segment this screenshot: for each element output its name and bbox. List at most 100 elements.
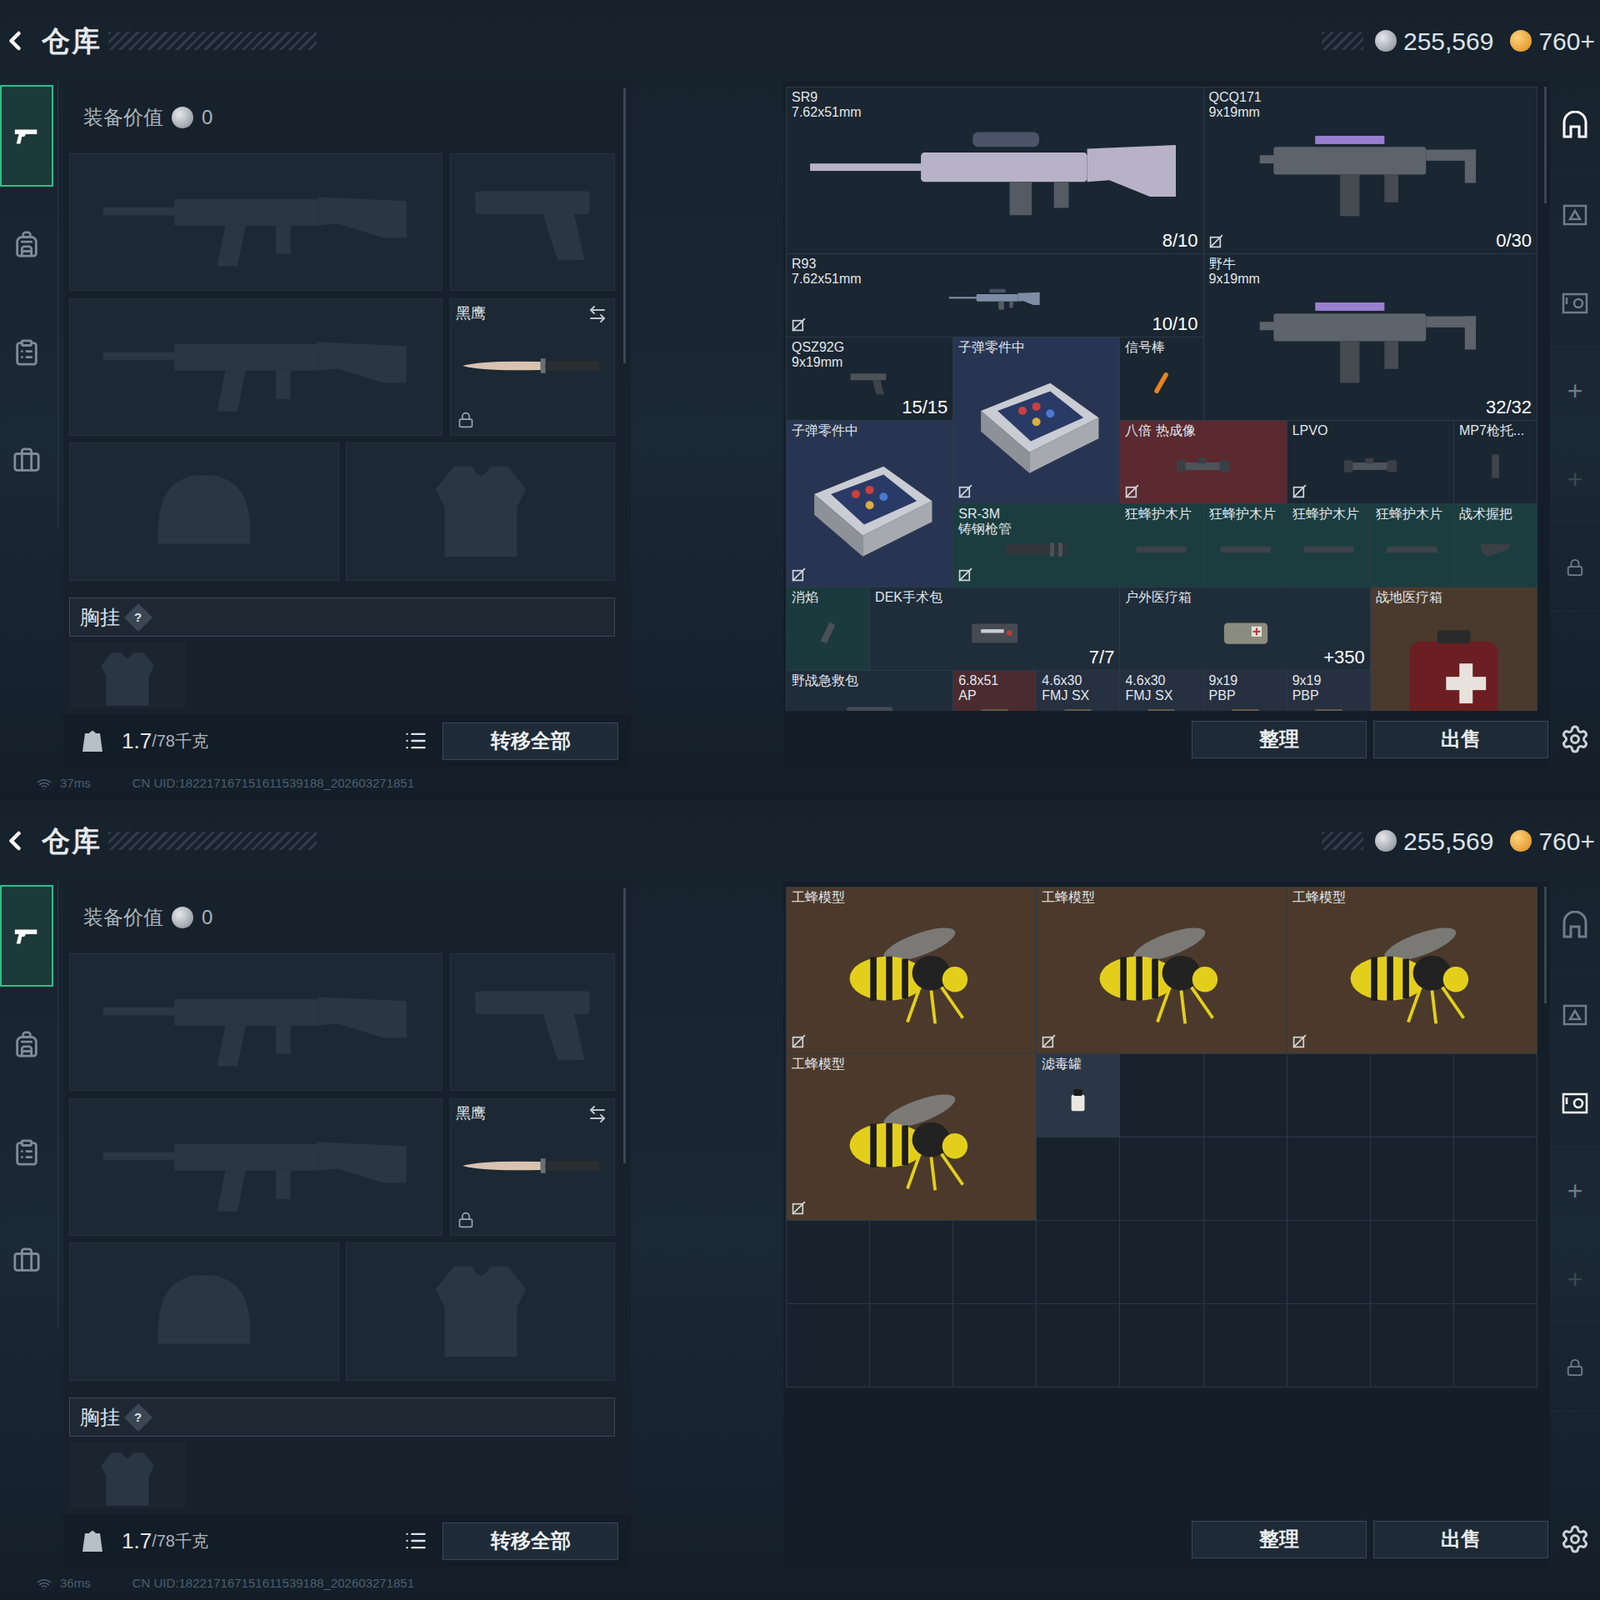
side-tab[interactable] bbox=[0, 193, 54, 295]
add-button[interactable]: + bbox=[1567, 464, 1584, 495]
stash-item[interactable]: 野战急救包 bbox=[786, 670, 954, 711]
equipment-slot[interactable] bbox=[69, 1242, 340, 1381]
equipment-slot[interactable] bbox=[69, 953, 443, 1091]
empty-cell[interactable] bbox=[1204, 1137, 1288, 1221]
empty-cell[interactable] bbox=[1370, 1220, 1455, 1305]
stash-item[interactable]: 户外医疗箱+350 bbox=[1120, 587, 1370, 671]
stash-item[interactable]: QCQ1719x19mm0/30 bbox=[1204, 87, 1538, 255]
side-tab[interactable] bbox=[0, 85, 54, 187]
equipment-slot[interactable] bbox=[69, 1098, 443, 1236]
action-button[interactable]: 出售 bbox=[1373, 720, 1549, 759]
help-badge[interactable]: ? bbox=[124, 603, 153, 632]
stash-item[interactable]: 消焰 bbox=[786, 587, 870, 671]
stash-item[interactable]: 工蜂模型 bbox=[1036, 887, 1287, 1055]
empty-cell[interactable] bbox=[870, 1220, 954, 1305]
stash-item[interactable]: 4.6x30FMJ SX bbox=[1120, 670, 1204, 711]
rail-item[interactable]: + bbox=[1550, 435, 1600, 524]
currency[interactable]: 760+ bbox=[1510, 22, 1600, 60]
stash-item[interactable]: 工蜂模型 bbox=[1287, 887, 1538, 1055]
list-icon[interactable] bbox=[404, 729, 428, 753]
empty-cell[interactable] bbox=[1204, 1054, 1288, 1138]
equipment-slot[interactable] bbox=[345, 1242, 615, 1381]
rail-item[interactable] bbox=[1550, 258, 1600, 347]
knife-slot[interactable]: 黑鹰 bbox=[450, 1098, 615, 1236]
side-tab[interactable] bbox=[0, 885, 54, 987]
scrollbar[interactable] bbox=[1544, 86, 1547, 204]
scrollbar[interactable] bbox=[623, 88, 626, 364]
knife-slot[interactable]: 黑鹰 bbox=[450, 298, 615, 436]
empty-cell[interactable] bbox=[1120, 1220, 1204, 1305]
empty-cell[interactable] bbox=[1454, 1137, 1538, 1221]
stash-item[interactable]: LPVO bbox=[1287, 420, 1455, 505]
rail-item[interactable] bbox=[1550, 1058, 1600, 1147]
stash-item[interactable]: 野牛9x19mm32/32 bbox=[1204, 254, 1538, 421]
stash-item[interactable]: 狂蜂护木片 bbox=[1120, 504, 1204, 588]
list-icon[interactable] bbox=[404, 1529, 428, 1553]
gear-icon[interactable] bbox=[1560, 724, 1590, 755]
rail-item[interactable] bbox=[1550, 1323, 1600, 1412]
action-button[interactable]: 出售 bbox=[1373, 1520, 1549, 1559]
stash-item[interactable]: 八倍 热成像 bbox=[1120, 420, 1287, 505]
chest-rig-bar[interactable]: 胸挂? bbox=[69, 1397, 615, 1437]
rail-item[interactable] bbox=[1550, 523, 1600, 612]
equipment-slot[interactable] bbox=[69, 442, 340, 581]
equipment-slot[interactable] bbox=[450, 153, 615, 291]
stash-item[interactable]: 4.6x30FMJ SX bbox=[1036, 670, 1120, 711]
empty-cell[interactable] bbox=[1036, 1137, 1120, 1221]
stash-item[interactable]: 狂蜂护木片 bbox=[1204, 504, 1288, 588]
empty-cell[interactable] bbox=[953, 1304, 1037, 1388]
gear-icon[interactable] bbox=[1560, 1524, 1590, 1555]
empty-cell[interactable] bbox=[1454, 1054, 1538, 1138]
add-button[interactable]: + bbox=[1567, 1264, 1584, 1295]
empty-cell[interactable] bbox=[1370, 1054, 1455, 1138]
side-tab[interactable] bbox=[0, 301, 54, 404]
empty-cell[interactable] bbox=[1120, 1137, 1204, 1221]
empty-cell[interactable] bbox=[1287, 1054, 1371, 1138]
stash-item[interactable]: R937.62x51mm10/10 bbox=[786, 254, 1205, 338]
rail-item[interactable] bbox=[1550, 81, 1600, 170]
empty-cell[interactable] bbox=[1287, 1137, 1371, 1221]
stash-item[interactable]: SR-3M铸钢枪管 bbox=[953, 504, 1120, 588]
empty-cell[interactable] bbox=[1036, 1304, 1120, 1388]
stash-item[interactable]: 子弹零件中 bbox=[786, 420, 954, 588]
empty-cell[interactable] bbox=[1120, 1054, 1204, 1138]
empty-cell[interactable] bbox=[1454, 1220, 1538, 1305]
stash-item[interactable]: 9x19PBP bbox=[1287, 670, 1371, 711]
swap-icon[interactable] bbox=[587, 304, 608, 325]
side-tab[interactable] bbox=[0, 410, 54, 512]
empty-cell[interactable] bbox=[1454, 1304, 1538, 1388]
rail-item[interactable]: + bbox=[1550, 1235, 1600, 1324]
equipment-slot[interactable] bbox=[69, 298, 443, 436]
equipment-slot[interactable] bbox=[345, 442, 615, 581]
stash-item[interactable]: 9x19PBP bbox=[1204, 670, 1288, 711]
help-badge[interactable]: ? bbox=[124, 1403, 153, 1432]
equipment-slot[interactable] bbox=[69, 153, 443, 291]
rail-item[interactable]: + bbox=[1550, 1146, 1600, 1235]
stash-item[interactable]: 工蜂模型 bbox=[786, 887, 1037, 1055]
stash-item[interactable]: SR97.62x51mm8/10 bbox=[786, 87, 1205, 255]
scrollbar[interactable] bbox=[623, 888, 626, 1164]
stash-item[interactable]: 子弹零件中 bbox=[953, 337, 1120, 505]
stash-item[interactable]: QSZ92G9x19mm15/15 bbox=[786, 337, 954, 421]
stash-item[interactable]: 战术握把 bbox=[1454, 504, 1538, 588]
empty-cell[interactable] bbox=[1036, 1220, 1120, 1305]
side-tab[interactable] bbox=[0, 1101, 54, 1204]
empty-cell[interactable] bbox=[1204, 1304, 1288, 1388]
add-button[interactable]: + bbox=[1567, 1175, 1584, 1206]
empty-cell[interactable] bbox=[1287, 1304, 1371, 1388]
rail-item[interactable] bbox=[1550, 970, 1600, 1059]
currency[interactable]: 255,569 bbox=[1375, 822, 1499, 860]
add-button[interactable]: + bbox=[1567, 375, 1584, 406]
empty-cell[interactable] bbox=[953, 1220, 1037, 1305]
empty-cell[interactable] bbox=[1204, 1220, 1288, 1305]
stash-item[interactable]: 狂蜂护木片 bbox=[1370, 504, 1455, 588]
empty-cell[interactable] bbox=[1287, 1220, 1371, 1305]
empty-cell[interactable] bbox=[786, 1220, 870, 1305]
stash-item[interactable]: 信号棒 bbox=[1120, 337, 1204, 421]
empty-cell[interactable] bbox=[1120, 1304, 1204, 1388]
chest-rig-bar[interactable]: 胸挂? bbox=[69, 597, 615, 637]
stash-item[interactable]: 工蜂模型 bbox=[786, 1054, 1037, 1221]
rail-item[interactable]: + bbox=[1550, 346, 1600, 435]
side-tab[interactable] bbox=[0, 1210, 54, 1312]
empty-cell[interactable] bbox=[1370, 1137, 1455, 1221]
